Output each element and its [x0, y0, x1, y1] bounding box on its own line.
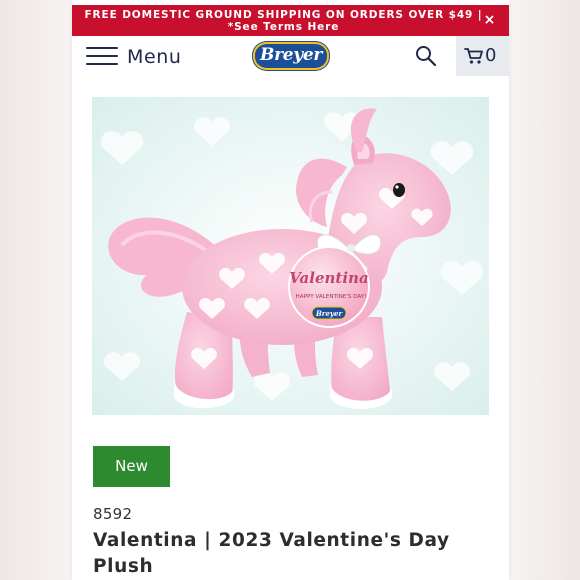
promo-banner[interactable]: FREE DOMESTIC GROUND SHIPPING ON ORDERS …	[72, 5, 509, 36]
search-icon[interactable]	[414, 44, 440, 68]
tag-brand: Breyer	[315, 309, 344, 318]
breyer-logo[interactable]: Breyer	[253, 42, 329, 70]
menu-label[interactable]: Menu	[127, 46, 182, 68]
product-title: Valentina | 2023 Valentine's Day Plush	[93, 530, 450, 577]
cart-count: 0	[485, 45, 497, 66]
promo-text: FREE DOMESTIC GROUND SHIPPING ON ORDERS …	[84, 9, 483, 21]
site-header: Menu Breyer 0	[72, 36, 509, 76]
close-icon[interactable]: ×	[483, 13, 497, 27]
tag-greeting: HAPPY VALENTINE'S DAY!	[296, 294, 367, 300]
hamburger-icon[interactable]	[86, 44, 120, 68]
product-image[interactable]: Valentina HAPPY VALENTINE'S DAY! Breyer	[92, 97, 489, 415]
promo-terms-link[interactable]: *See Terms Here	[72, 21, 509, 33]
tag-name: Valentina	[289, 269, 368, 287]
cart-button[interactable]: 0	[456, 36, 509, 76]
product-page: FREE DOMESTIC GROUND SHIPPING ON ORDERS …	[72, 0, 509, 580]
product-sku: 8592	[93, 505, 133, 523]
new-badge: New	[93, 446, 170, 487]
cart-icon	[464, 48, 483, 64]
